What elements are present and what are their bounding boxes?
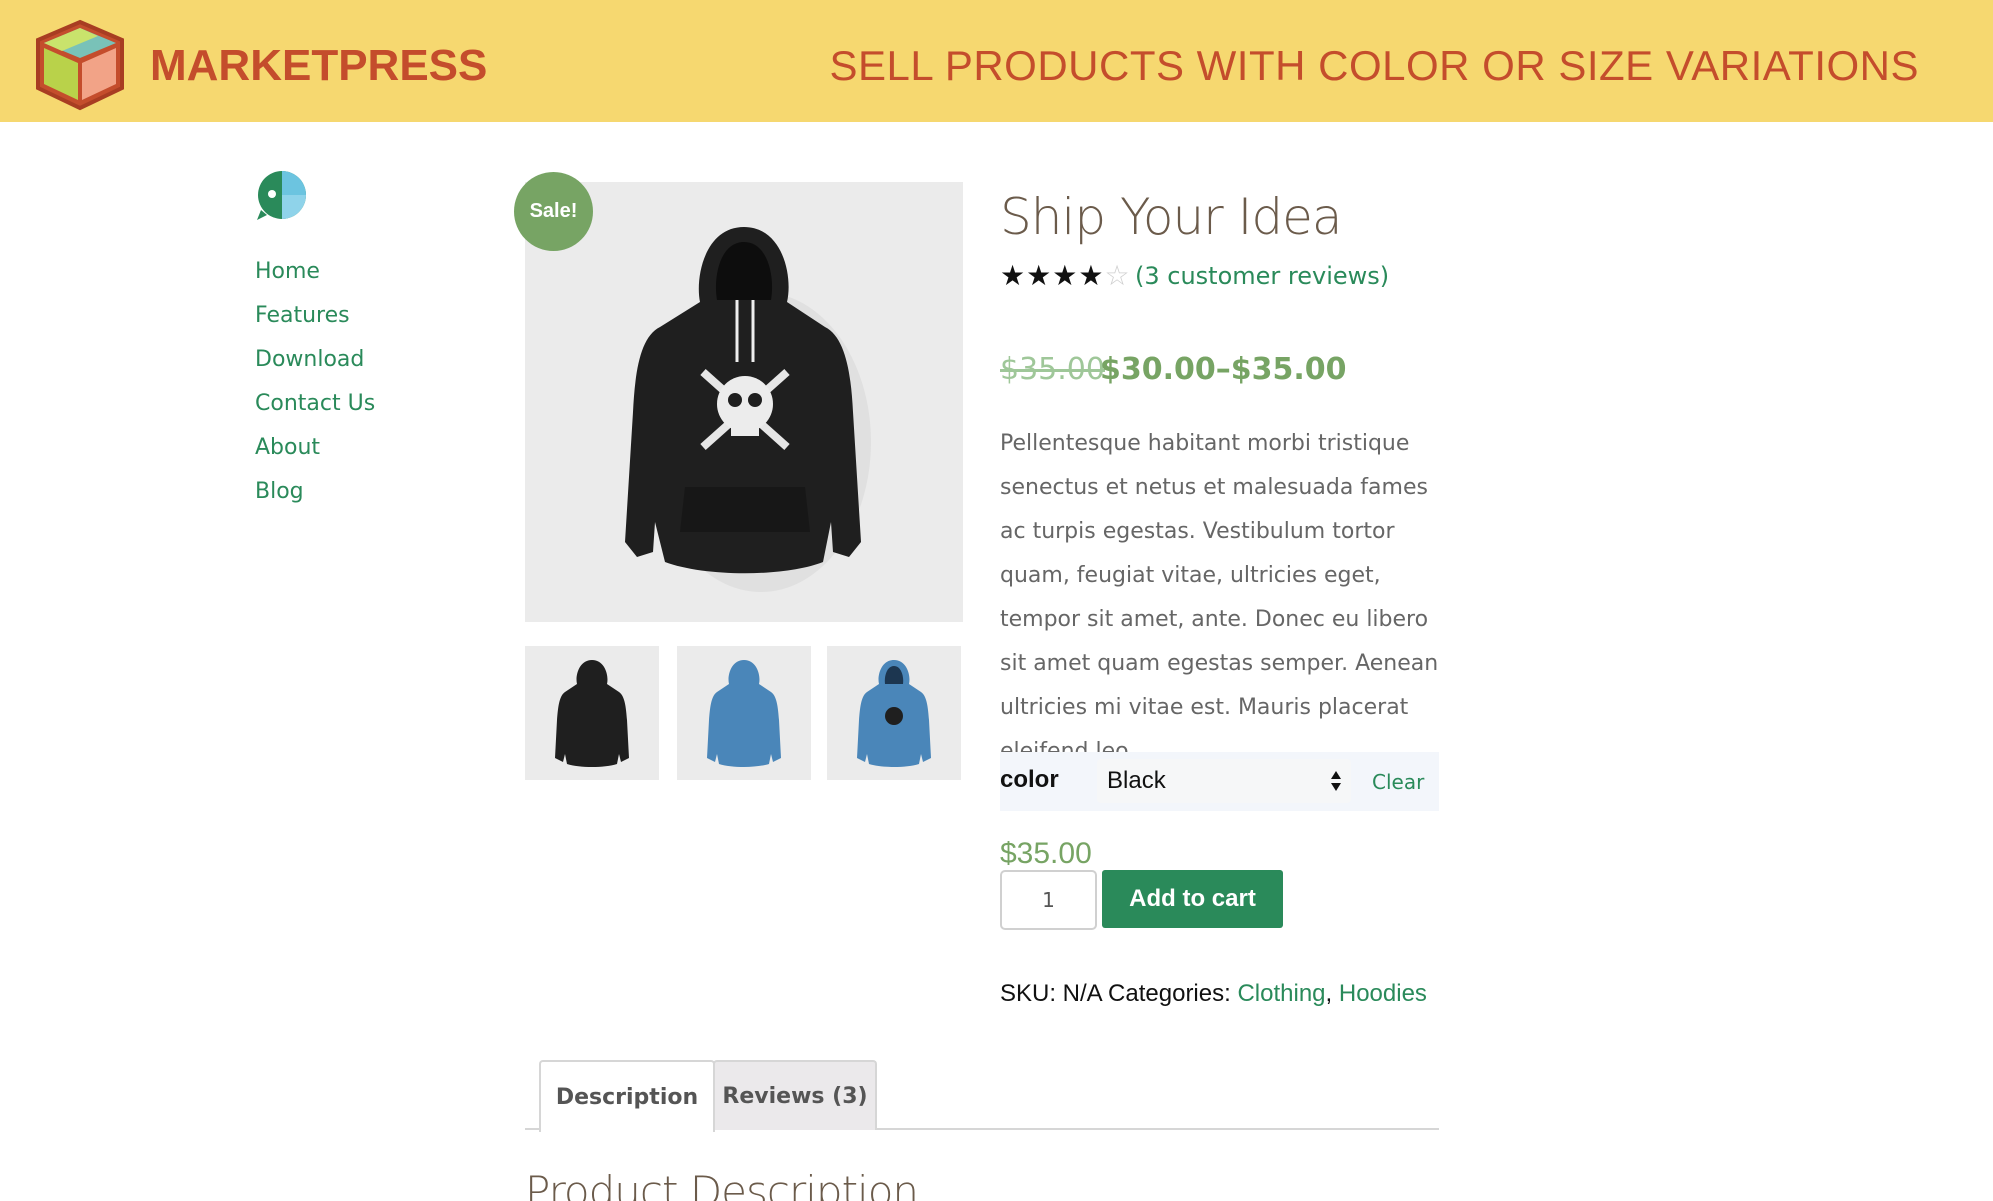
box-logo-icon[interactable]: [30, 18, 130, 112]
sale-badge: Sale!: [514, 172, 593, 251]
hoodie-thumbnail-icon: [707, 660, 781, 767]
blue-hoodie-front-thumbnail[interactable]: [827, 646, 961, 780]
sidebar-item-features: Features: [255, 294, 375, 338]
nav-link-features[interactable]: Features: [255, 303, 350, 328]
blue-hoodie-back-thumbnail[interactable]: [677, 646, 811, 780]
product-meta: SKU: N/A Categories: Clothing, Hoodies: [1000, 978, 1427, 1010]
select-arrows-icon: [1331, 771, 1341, 791]
tab-reviews[interactable]: Reviews (3): [713, 1060, 877, 1130]
clear-variation-link[interactable]: Clear: [1372, 769, 1424, 795]
nav-link-home[interactable]: Home: [255, 259, 320, 284]
category-link-hoodies[interactable]: Hoodies: [1339, 980, 1427, 1007]
sidebar-nav: Home Features Download Contact Us About …: [255, 250, 375, 514]
star-filled-icon: ★: [1078, 259, 1104, 292]
sidebar-item-home: Home: [255, 250, 375, 294]
star-empty-icon: ☆: [1104, 259, 1130, 292]
sidebar-item-contact: Contact Us: [255, 382, 375, 426]
sidebar-item-download: Download: [255, 338, 375, 382]
black-skull-hoodie-image: [625, 227, 871, 592]
sku-text: SKU: N/A: [1000, 980, 1102, 1007]
product-short-description: Pellentesque habitant morbi tristique se…: [1000, 431, 1439, 764]
black-hoodie-back-thumbnail[interactable]: [525, 646, 659, 780]
site-header: MARKETPRESS SELL PRODUCTS WITH COLOR OR …: [0, 0, 1993, 122]
sale-price-range: $30.00–$35.00: [1100, 352, 1347, 387]
nav-link-about[interactable]: About: [255, 435, 320, 460]
hoodie-thumbnail-icon: [555, 660, 629, 767]
categories-label: Categories:: [1108, 980, 1231, 1007]
variation-row: color Black Clear: [1000, 752, 1439, 811]
star-rating: ★ ★ ★ ★ ☆: [1000, 260, 1130, 292]
variation-label: color: [1000, 766, 1059, 793]
sidebar-item-about: About: [255, 426, 375, 470]
header-tagline: SELL PRODUCTS WITH COLOR OR SIZE VARIATI…: [829, 42, 1919, 89]
star-filled-icon: ★: [1000, 259, 1026, 292]
quantity-input[interactable]: [1000, 870, 1097, 930]
product-title: Ship Your Idea: [1000, 188, 1342, 246]
color-select[interactable]: Black: [1097, 759, 1351, 803]
nav-link-download[interactable]: Download: [255, 347, 364, 372]
customer-reviews-link[interactable]: (3 customer reviews): [1135, 258, 1389, 294]
product-main-image[interactable]: [525, 182, 963, 622]
color-select-value: Black: [1107, 767, 1166, 794]
original-price: $35.00: [1000, 352, 1105, 387]
site-logo-icon[interactable]: [255, 168, 309, 222]
section-heading: Product Description: [525, 1167, 919, 1201]
hoodie-thumbnail-icon: [857, 660, 931, 767]
brand-name[interactable]: MARKETPRESS: [150, 38, 487, 94]
sidebar-item-blog: Blog: [255, 470, 375, 514]
tab-description[interactable]: Description: [539, 1060, 715, 1132]
variant-price: $35.00: [1000, 837, 1092, 870]
nav-link-blog[interactable]: Blog: [255, 479, 304, 504]
add-to-cart-button[interactable]: Add to cart: [1102, 870, 1283, 928]
category-link-clothing[interactable]: Clothing: [1237, 980, 1325, 1007]
nav-link-contact[interactable]: Contact Us: [255, 391, 375, 416]
star-filled-icon: ★: [1026, 259, 1052, 292]
star-filled-icon: ★: [1052, 259, 1078, 292]
category-separator: ,: [1325, 980, 1339, 1007]
